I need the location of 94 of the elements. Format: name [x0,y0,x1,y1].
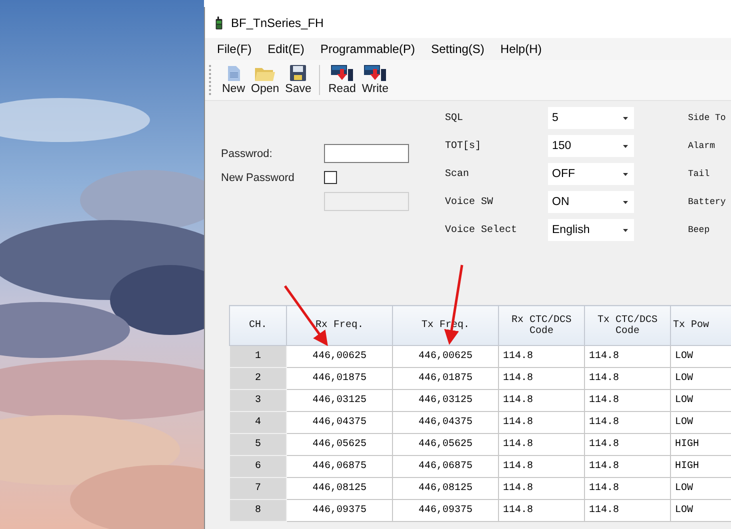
row-header: 6 [230,456,286,478]
dropdown[interactable]: 150 [548,135,634,157]
toolbar-button[interactable]: Save [282,65,314,95]
setting-label: Battery [688,197,726,207]
setting-label: Voice Select [445,224,518,236]
table-cell: 114.8 [498,456,584,478]
table-cell: 446,00625 [392,346,498,368]
radio-transfer-icon [331,65,354,81]
table-cell: 114.8 [584,412,670,434]
table-cell: 114.8 [584,368,670,390]
toolbar-button[interactable]: Open [248,66,282,94]
table-cell: 114.8 [584,478,670,500]
table-cell: LOW [670,478,731,500]
table-cell: 446,06875 [286,456,392,478]
table-cell: 114.8 [584,434,670,456]
document-icon [228,66,240,80]
table-cell: 114.8 [584,390,670,412]
setting-label: TOT[s] [445,140,482,152]
table-cell: 446,03125 [392,390,498,412]
dropdown[interactable]: OFF [548,163,634,185]
folder-icon [255,66,276,80]
table-cell: 446,08125 [392,478,498,500]
menu-item[interactable]: Setting(S) [431,42,484,56]
table-cell: 446,01875 [286,368,392,390]
table-cell: 114.8 [498,500,584,522]
table-cell: LOW [670,412,731,434]
table-cell: 446,06875 [392,456,498,478]
table-cell: 446,01875 [392,368,498,390]
menu-item[interactable]: File(F) [217,42,252,56]
table-cell: 446,08125 [286,478,392,500]
table-cell: HIGH [670,434,731,456]
table-cell: 114.8 [498,390,584,412]
table-cell: 446,04375 [392,412,498,434]
table-cell: 114.8 [498,434,584,456]
setting-label: Scan [445,168,470,180]
setting-label: Alarm [688,141,716,151]
setting-label: Side To [688,113,726,123]
column-header: Tx Pow [670,306,731,346]
checkbox[interactable] [324,171,337,184]
password-field[interactable] [324,144,409,163]
table-cell: LOW [670,500,731,522]
caret-icon [623,144,628,148]
radio-icon [215,16,223,30]
table-cell: LOW [670,346,731,368]
row-header: 5 [230,434,286,456]
menu-item[interactable]: Programmable(P) [320,42,416,56]
dropdown[interactable]: 5 [548,107,634,129]
toolbar-button[interactable]: New [219,66,248,94]
table-cell: 446,09375 [392,500,498,522]
row-header: 2 [230,368,286,390]
table-cell: 114.8 [498,368,584,390]
setting-label: SQL [445,112,464,124]
table-cell: 446,00625 [286,346,392,368]
caret-icon [623,228,628,232]
table-cell: LOW [670,368,731,390]
row-header: 8 [230,500,286,522]
setting-label: Voice SW [445,196,494,208]
row-header: 1 [230,346,286,368]
setting-label: Tail [688,169,711,179]
caret-icon [623,116,628,120]
table-cell: 114.8 [498,478,584,500]
menu-item[interactable]: Edit(E) [268,42,304,56]
column-header: Tx CTC/DCS Code [584,306,670,346]
table-cell: 446,03125 [286,390,392,412]
table-cell: 446,04375 [286,412,392,434]
toolbar-button[interactable]: Write [358,65,392,95]
table-cell: HIGH [670,456,731,478]
row-header: 3 [230,390,286,412]
table-cell: 114.8 [498,412,584,434]
menu-item[interactable]: Help(H) [500,42,542,56]
toolbar-button[interactable]: Read [325,65,359,95]
table-cell: 446,05625 [392,434,498,456]
field-label: Passwrod: [221,148,274,160]
table-cell: 114.8 [584,456,670,478]
dropdown[interactable]: ON [548,191,634,213]
column-header: CH. [230,306,286,346]
table-cell: 446,09375 [286,500,392,522]
table-cell: 446,05625 [286,434,392,456]
table-cell: LOW [670,390,731,412]
row-header: 7 [230,478,286,500]
table-cell: 114.8 [584,500,670,522]
field-label: New Password [221,172,296,184]
table-cell: 114.8 [498,346,584,368]
radio-transfer-icon [364,65,386,81]
annotation-arrow [284,285,328,346]
window-title: BF_TnSeries_FH [231,16,324,30]
dropdown[interactable]: English [548,219,634,241]
column-header: Rx Freq. [286,306,392,346]
caret-icon [623,172,628,176]
setting-label: Beep [688,225,711,235]
column-header: Rx CTC/DCS Code [498,306,584,346]
caret-icon [623,200,628,204]
table-cell: 114.8 [584,346,670,368]
row-header: 4 [230,412,286,434]
